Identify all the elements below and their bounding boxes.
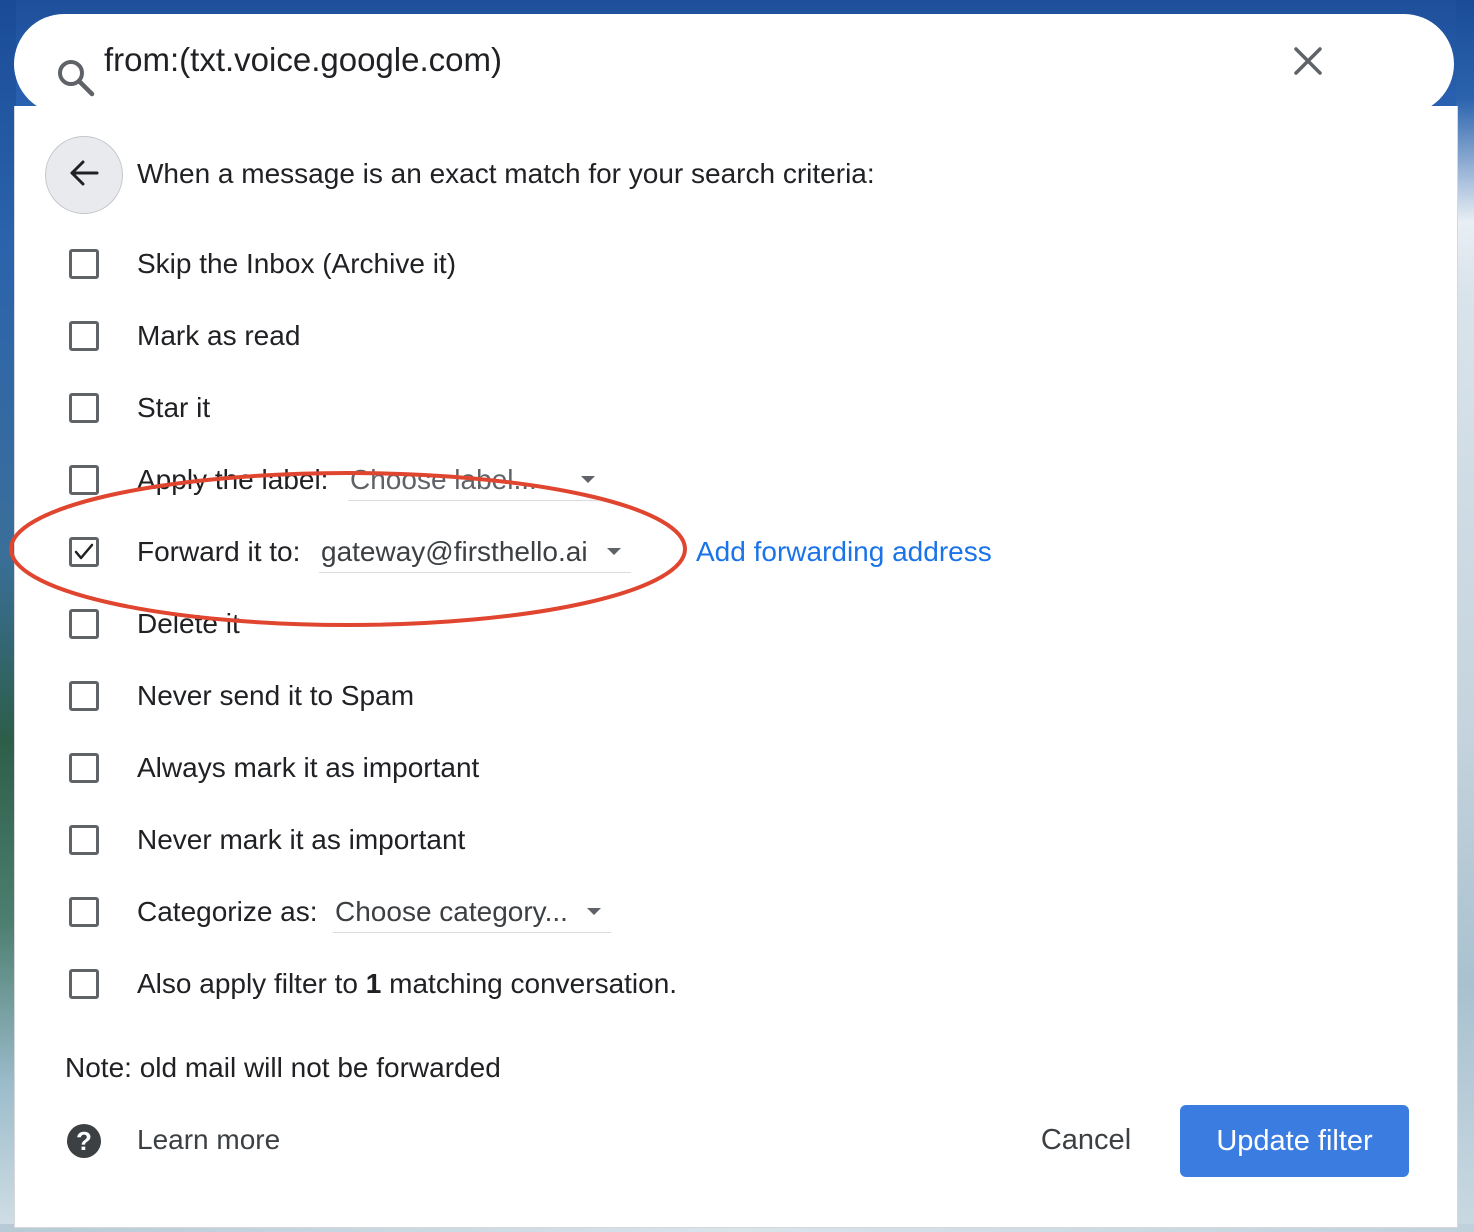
also-apply-suffix: matching conversation.	[389, 968, 678, 999]
search-icon[interactable]	[56, 58, 96, 98]
option-forward: Forward it to: gateway@firsthello.ai Add…	[15, 534, 1415, 574]
always-important-checkbox[interactable]	[69, 753, 99, 783]
option-label: Always mark it as important	[137, 752, 480, 783]
delete-checkbox[interactable]	[69, 609, 99, 639]
option-delete: Delete it	[15, 606, 1415, 646]
dropdown-arrow-icon	[581, 476, 595, 483]
learn-more-link[interactable]: Learn more	[137, 1124, 280, 1156]
forwarding-note: Note: old mail will not be forwarded	[65, 1052, 501, 1083]
filter-options-panel: When a message is an exact match for you…	[14, 106, 1458, 1228]
label-select[interactable]: Choose label...	[348, 460, 598, 501]
category-select-value: Choose category...	[335, 896, 568, 927]
apply-label-checkbox[interactable]	[69, 465, 99, 495]
also-apply-prefix: Also apply filter to	[137, 968, 358, 999]
mark-read-checkbox[interactable]	[69, 321, 99, 351]
arrow-back-icon	[69, 160, 99, 191]
svg-text:?: ?	[76, 1126, 92, 1156]
option-mark-read: Mark as read	[15, 318, 1415, 358]
option-label: Categorize as:	[137, 896, 318, 927]
dropdown-arrow-icon	[607, 548, 621, 555]
search-bar[interactable]: from:(txt.voice.google.com)	[14, 14, 1454, 114]
option-label: Mark as read	[137, 320, 301, 351]
category-select[interactable]: Choose category...	[333, 892, 611, 933]
option-label: Never send it to Spam	[137, 680, 415, 711]
also-apply-checkbox[interactable]	[69, 969, 99, 999]
criteria-heading: When a message is an exact match for you…	[137, 158, 875, 189]
close-icon[interactable]	[1292, 45, 1324, 77]
never-important-checkbox[interactable]	[69, 825, 99, 855]
option-star: Star it	[15, 390, 1415, 430]
matching-count: 1	[365, 968, 382, 999]
option-never-spam: Never send it to Spam	[15, 678, 1415, 718]
option-label: Delete it	[137, 608, 240, 639]
option-apply-label: Apply the label: Choose label...	[15, 462, 1415, 502]
skip-inbox-checkbox[interactable]	[69, 249, 99, 279]
option-label: Forward it to:	[137, 536, 301, 567]
option-label: Skip the Inbox (Archive it)	[137, 248, 457, 279]
checkmark-icon	[74, 543, 94, 560]
label-select-value: Choose label...	[350, 464, 537, 495]
option-label: Star it	[137, 392, 211, 423]
option-label: Also apply filter to 1 matching conversa…	[137, 966, 677, 1002]
option-always-important: Always mark it as important	[15, 750, 1415, 790]
add-forwarding-address-link[interactable]: Add forwarding address	[696, 534, 992, 570]
option-categorize: Categorize as: Choose category...	[15, 894, 1415, 934]
forward-address-select[interactable]: gateway@firsthello.ai	[319, 532, 631, 573]
dropdown-arrow-icon	[587, 908, 601, 915]
background-right	[1456, 0, 1474, 1232]
forward-address-value: gateway@firsthello.ai	[321, 536, 588, 567]
option-label: Apply the label:	[137, 464, 329, 495]
option-never-important: Never mark it as important	[15, 822, 1415, 862]
option-also-apply: Also apply filter to 1 matching conversa…	[15, 966, 1415, 1006]
update-filter-button[interactable]: Update filter	[1180, 1105, 1409, 1177]
categorize-checkbox[interactable]	[69, 897, 99, 927]
star-checkbox[interactable]	[69, 393, 99, 423]
search-input[interactable]: from:(txt.voice.google.com)	[104, 41, 502, 79]
never-spam-checkbox[interactable]	[69, 681, 99, 711]
option-skip-inbox: Skip the Inbox (Archive it)	[15, 246, 1415, 286]
option-label: Never mark it as important	[137, 824, 466, 855]
help-icon[interactable]: ?	[66, 1123, 102, 1159]
back-button[interactable]	[45, 136, 123, 214]
cancel-button[interactable]: Cancel	[1023, 1112, 1149, 1168]
forward-checkbox[interactable]	[69, 537, 99, 567]
